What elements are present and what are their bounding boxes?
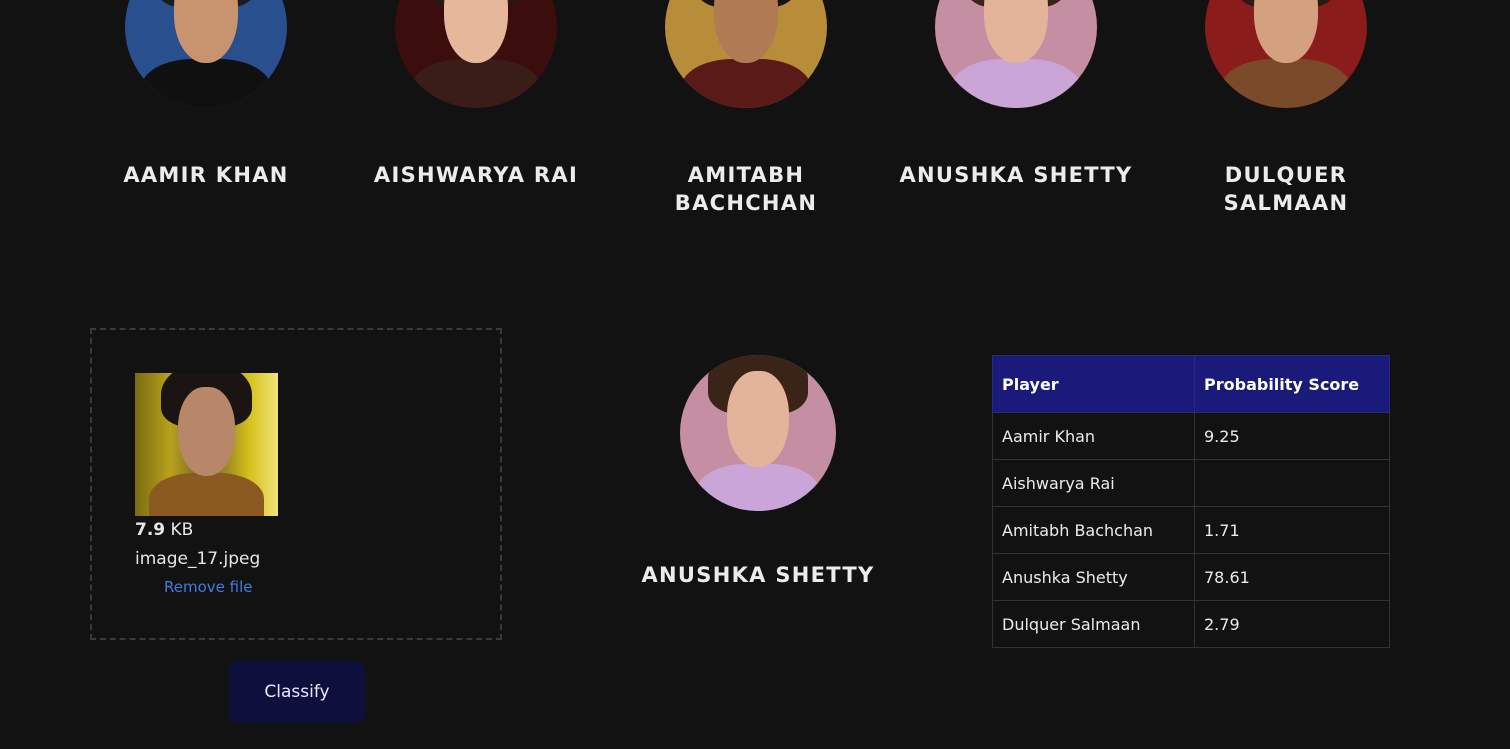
avatar (935, 0, 1097, 108)
celeb-card-amitabh-bachchan: Amitabh Bachchan (626, 0, 866, 217)
player-cell: Amitabh Bachchan (992, 506, 1195, 554)
avatar (1205, 0, 1367, 108)
celeb-name: Aamir Khan (123, 163, 289, 187)
result-card: Anushka Shetty (638, 355, 878, 587)
classify-button[interactable]: Classify (229, 661, 365, 723)
table-header-row: Player Probability Score (992, 355, 1390, 413)
result-avatar (680, 355, 836, 511)
celeb-card-anushka-shetty: Anushka Shetty (896, 0, 1136, 189)
celeb-name: Aishwarya Rai (373, 163, 579, 187)
avatar (395, 0, 557, 108)
file-size-value: 7.9 (135, 520, 166, 540)
portrait-image (665, 0, 827, 108)
column-header-player: Player (992, 355, 1195, 413)
score-cell: 1.71 (1194, 506, 1390, 554)
player-cell: Anushka Shetty (992, 553, 1195, 601)
table-row: Aishwarya Rai (992, 459, 1390, 507)
player-cell: Aishwarya Rai (992, 459, 1195, 507)
file-dropzone[interactable]: 7.9 KB image_17.jpeg Remove file (90, 328, 502, 640)
result-portrait-image (680, 355, 836, 511)
celeb-card-aamir-khan: Aamir Khan (86, 0, 326, 189)
table-row: Anushka Shetty 78.61 (992, 553, 1390, 601)
portrait-image (395, 0, 557, 108)
table-row: Aamir Khan 9.25 (992, 412, 1390, 460)
portrait-image (1205, 0, 1367, 108)
portrait-image (935, 0, 1097, 108)
avatar (125, 0, 287, 108)
celeb-card-aishwarya-rai: Aishwarya Rai (356, 0, 596, 189)
result-name: Anushka Shetty (641, 563, 875, 587)
score-cell (1194, 459, 1390, 507)
avatar (665, 0, 827, 108)
score-cell: 2.79 (1194, 600, 1390, 648)
table-row: Dulquer Salmaan 2.79 (992, 600, 1390, 648)
celeb-card-dulquer-salmaan: Dulquer Salmaan (1166, 0, 1406, 217)
column-header-score: Probability Score (1194, 355, 1390, 413)
celeb-name: Anushka Shetty (899, 163, 1133, 187)
remove-file-link[interactable]: Remove file (164, 578, 252, 596)
probability-table: Player Probability Score Aamir Khan 9.25… (992, 355, 1390, 648)
player-cell: Dulquer Salmaan (992, 600, 1195, 648)
celeb-name: Dulquer Salmaan (1223, 163, 1349, 215)
file-name: image_17.jpeg (135, 549, 261, 569)
uploaded-image-thumbnail (135, 373, 278, 516)
thumbnail-portrait (135, 373, 278, 516)
player-cell: Aamir Khan (992, 412, 1195, 460)
portrait-image (125, 0, 287, 108)
table-row: Amitabh Bachchan 1.71 (992, 506, 1390, 554)
score-cell: 78.61 (1194, 553, 1390, 601)
score-cell: 9.25 (1194, 412, 1390, 460)
file-size-unit: KB (170, 520, 194, 540)
file-size: 7.9 KB (135, 520, 193, 540)
celeb-name: Amitabh Bachchan (674, 163, 818, 215)
